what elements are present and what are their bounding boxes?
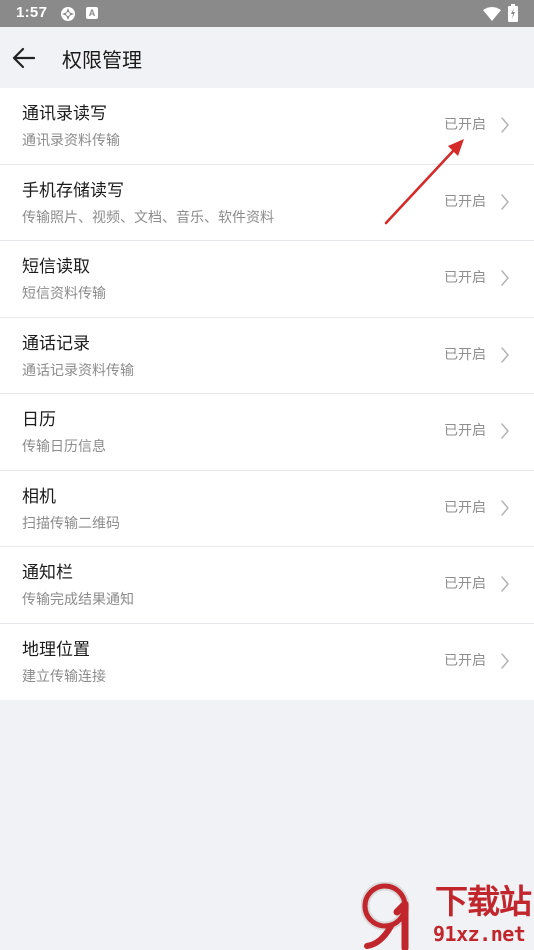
chevron-right-icon	[500, 270, 510, 286]
permission-status: 已开启	[444, 193, 486, 210]
permission-row-contacts[interactable]: 通讯录读写 通讯录资料传输 已开启	[0, 88, 534, 165]
status-bar: 1:57 A	[0, 0, 534, 27]
chevron-right-icon	[500, 117, 510, 133]
watermark-url: 91xz.net	[433, 922, 526, 946]
permission-status: 已开启	[444, 652, 486, 669]
permission-title: 短信读取	[22, 257, 90, 277]
permission-description: 扫描传输二维码	[22, 515, 120, 532]
permission-status: 已开启	[444, 117, 486, 133]
permission-description: 通讯录资料传输	[22, 133, 120, 149]
permission-title: 日历	[22, 410, 56, 430]
permission-row-notification-bar[interactable]: 通知栏 传输完成结果通知 已开启	[0, 547, 534, 624]
permission-title: 通讯录读写	[22, 104, 107, 124]
permission-row-camera[interactable]: 相机 扫描传输二维码 已开启	[0, 471, 534, 547]
permission-title: 地理位置	[22, 639, 90, 660]
permission-title: 通话记录	[22, 333, 90, 354]
status-time: 1:57	[16, 4, 48, 21]
permission-title: 通知栏	[22, 563, 73, 583]
permission-status: 已开启	[444, 270, 486, 286]
permission-row-call-log[interactable]: 通话记录 通话记录资料传输 已开启	[0, 318, 534, 394]
permission-status: 已开启	[444, 423, 486, 439]
battery-icon	[508, 4, 518, 22]
permission-row-location[interactable]: 地理位置 建立传输连接 已开启	[0, 624, 534, 701]
app-icon	[60, 6, 76, 22]
permission-description: 短信资料传输	[22, 286, 106, 302]
permission-list: 通讯录读写 通讯录资料传输 已开启 手机存储读写 传输照片、视频、文档、音乐、软…	[0, 88, 534, 700]
page-title: 权限管理	[62, 48, 142, 72]
chevron-right-icon	[500, 499, 510, 516]
app-header: 权限管理	[0, 27, 534, 88]
permission-description: 传输完成结果通知	[22, 592, 134, 608]
permission-status: 已开启	[444, 346, 486, 363]
permission-row-storage[interactable]: 手机存储读写 传输照片、视频、文档、音乐、软件资料 已开启	[0, 165, 534, 241]
permission-description: 传输日历信息	[22, 439, 106, 455]
permission-description: 传输照片、视频、文档、音乐、软件资料	[22, 209, 274, 226]
watermark: 下载站 91xz.net	[361, 882, 533, 950]
chevron-right-icon	[500, 652, 510, 669]
chevron-right-icon	[500, 423, 510, 439]
permission-status: 已开启	[444, 499, 486, 516]
permission-status: 已开启	[444, 576, 486, 592]
permission-row-sms[interactable]: 短信读取 短信资料传输 已开启	[0, 241, 534, 318]
chevron-right-icon	[500, 346, 510, 363]
watermark-logo-icon	[361, 882, 410, 950]
arrow-left-icon[interactable]	[12, 47, 36, 69]
permission-title: 相机	[22, 486, 56, 507]
chevron-right-icon	[500, 193, 510, 210]
permission-description: 通话记录资料传输	[22, 362, 134, 379]
permission-title: 手机存储读写	[22, 180, 124, 201]
permission-description: 建立传输连接	[22, 668, 106, 685]
chevron-right-icon	[500, 576, 510, 592]
wifi-icon	[483, 6, 501, 21]
permission-row-calendar[interactable]: 日历 传输日历信息 已开启	[0, 394, 534, 471]
watermark-brand: 下载站	[435, 882, 532, 921]
a-badge-icon: A	[86, 7, 98, 19]
